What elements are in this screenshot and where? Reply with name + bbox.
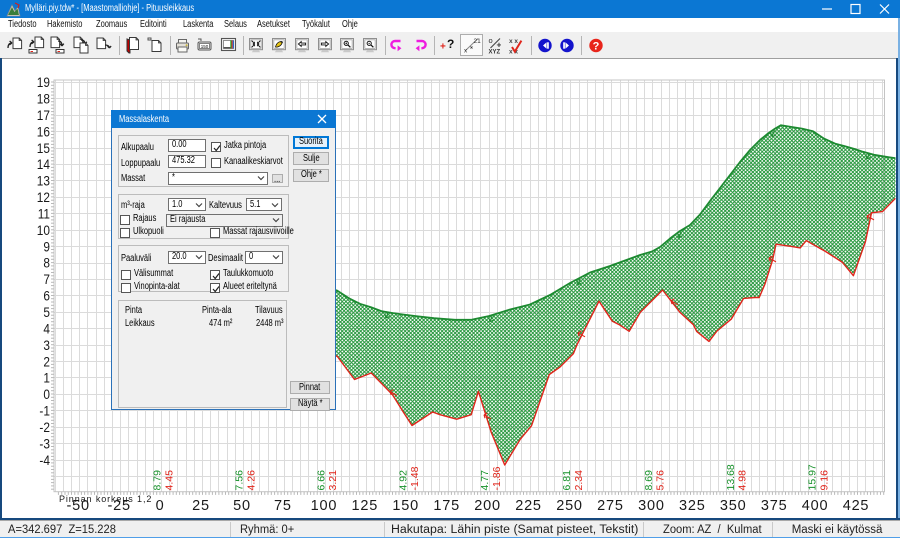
svg-text:200: 200	[474, 498, 501, 514]
svg-text:1: 1	[43, 371, 50, 386]
svg-text:-4: -4	[39, 453, 50, 468]
svg-text:11: 11	[38, 207, 50, 222]
svg-text:8: 8	[43, 256, 50, 271]
svg-text:-1: -1	[39, 404, 50, 419]
svg-text:10: 10	[37, 223, 50, 238]
svg-text:50: 50	[233, 498, 251, 514]
svg-text:-1.48: -1.48	[409, 466, 421, 490]
svg-text:13.68: 13.68	[725, 464, 737, 490]
svg-text:-3: -3	[39, 436, 50, 451]
svg-text:400: 400	[802, 498, 829, 514]
svg-text:2: 2	[43, 354, 50, 369]
svg-text:3: 3	[43, 338, 50, 353]
svg-text:8.69: 8.69	[643, 470, 655, 491]
svg-text:2.34: 2.34	[573, 470, 585, 491]
svg-text:350: 350	[720, 498, 747, 514]
svg-text:300: 300	[638, 498, 665, 514]
svg-text:100: 100	[311, 498, 338, 514]
svg-text:4.45: 4.45	[163, 470, 175, 491]
svg-text:19: 19	[37, 75, 50, 90]
svg-text:4.92: 4.92	[397, 470, 409, 491]
svg-text:4: 4	[43, 321, 50, 336]
svg-text:18: 18	[37, 92, 50, 107]
svg-text:7.56: 7.56	[234, 470, 246, 491]
svg-text:4.26: 4.26	[245, 470, 257, 491]
svg-text:5: 5	[43, 305, 50, 320]
svg-text:0: 0	[156, 498, 165, 514]
svg-text:17: 17	[37, 108, 50, 123]
svg-text:14: 14	[37, 157, 51, 172]
svg-text:125: 125	[352, 498, 379, 514]
svg-text:-1.86: -1.86	[491, 466, 503, 490]
svg-text:15: 15	[37, 141, 50, 156]
svg-text:15.97: 15.97	[807, 464, 819, 490]
svg-text:25: 25	[192, 498, 210, 514]
svg-text:-2: -2	[39, 420, 50, 435]
svg-text:5.76: 5.76	[655, 470, 667, 491]
svg-text:150: 150	[392, 498, 419, 514]
svg-text:425: 425	[843, 498, 870, 514]
svg-text:250: 250	[556, 498, 583, 514]
svg-text:7: 7	[43, 272, 50, 287]
svg-text:325: 325	[679, 498, 706, 514]
svg-text:16: 16	[37, 124, 50, 139]
svg-text:4.98: 4.98	[737, 470, 749, 491]
svg-text:6.66: 6.66	[316, 470, 328, 491]
svg-text:13: 13	[37, 174, 50, 189]
svg-text:8.79: 8.79	[152, 470, 164, 491]
svg-text:0: 0	[43, 387, 50, 402]
svg-text:Pinnan korkeus 1,2: Pinnan korkeus 1,2	[59, 494, 152, 504]
svg-text:3.21: 3.21	[327, 470, 339, 491]
svg-text:9: 9	[43, 239, 50, 254]
svg-text:225: 225	[515, 498, 542, 514]
svg-text:4.77: 4.77	[479, 470, 491, 491]
svg-text:12: 12	[37, 190, 50, 205]
svg-text:6: 6	[43, 289, 50, 304]
svg-text:275: 275	[597, 498, 624, 514]
svg-text:75: 75	[274, 498, 292, 514]
svg-text:175: 175	[433, 498, 460, 514]
svg-text:375: 375	[761, 498, 788, 514]
svg-text:9.16: 9.16	[818, 470, 830, 491]
svg-text:6.81: 6.81	[561, 470, 573, 491]
